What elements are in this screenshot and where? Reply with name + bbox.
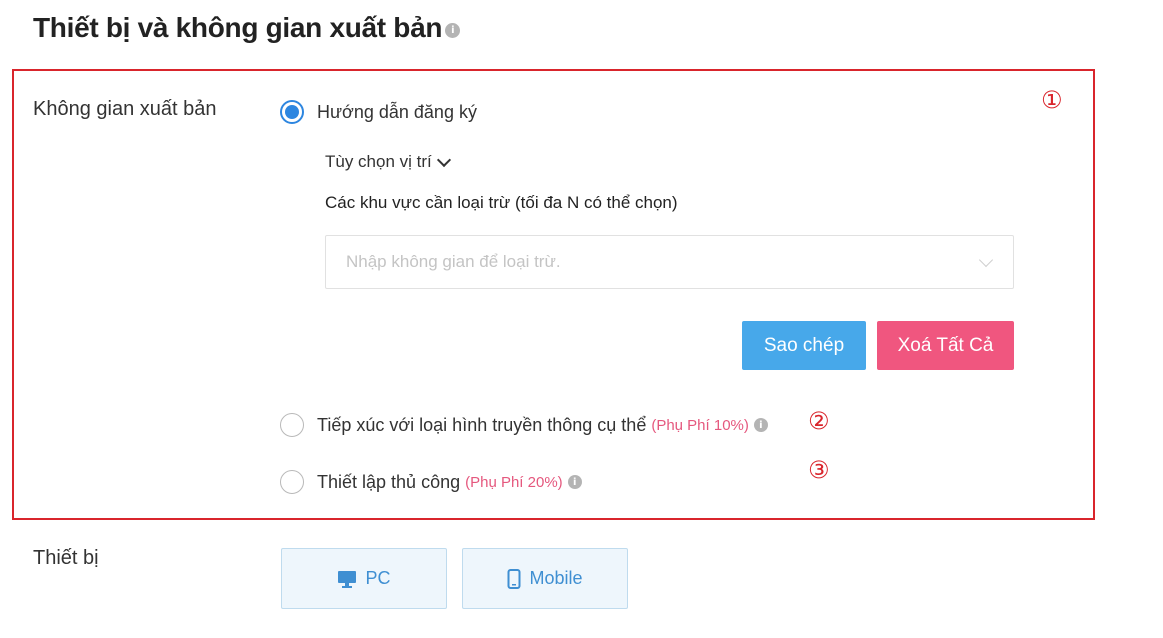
clear-all-button[interactable]: Xoá Tất Cả <box>877 321 1014 370</box>
device-mobile-button[interactable]: Mobile <box>462 548 628 609</box>
exclude-space-placeholder: Nhập không gian để loại trừ. <box>346 252 561 271</box>
radio-option-label: Hướng dẫn đăng ký <box>317 101 477 122</box>
radio-option-label: Thiết lập thủ công <box>317 471 461 492</box>
marker-3: ③ <box>808 456 830 484</box>
fee-label: (Phụ Phí 20%) <box>465 473 563 491</box>
page-title-text: Thiết bị và không gian xuất bản <box>33 12 443 43</box>
radio-selected-icon[interactable] <box>280 100 304 124</box>
chevron-down-icon <box>978 252 994 268</box>
location-options-toggle[interactable]: Tùy chọn vị trí <box>325 152 451 172</box>
fee-label: (Phụ Phí 10%) <box>651 416 749 434</box>
device-pc-label: PC <box>365 568 391 588</box>
radio-unselected-icon[interactable] <box>280 413 304 437</box>
marker-2: ② <box>808 407 830 435</box>
radio-option-label: Tiếp xúc với loại hình truyền thông cụ t… <box>317 414 647 435</box>
monitor-icon <box>338 570 357 588</box>
highlight-box <box>12 69 1095 520</box>
marker-1: ① <box>1041 86 1063 114</box>
radio-option-manual-setup[interactable]: Thiết lập thủ công (Phụ Phí 20%) i <box>280 470 582 494</box>
device-label: Thiết bị <box>33 547 99 569</box>
publish-space-label: Không gian xuất bản <box>33 98 217 120</box>
radio-option-registration-guide[interactable]: Hướng dẫn đăng ký <box>280 100 477 124</box>
device-mobile-label: Mobile <box>529 568 583 588</box>
page-title: Thiết bị và không gian xuất bản i <box>33 12 461 44</box>
smartphone-icon <box>507 568 521 589</box>
info-icon[interactable]: i <box>445 22 461 38</box>
device-pc-button[interactable]: PC <box>281 548 447 609</box>
exclude-areas-label: Các khu vực cần loại trừ (tối đa N có th… <box>325 193 678 212</box>
info-icon[interactable]: i <box>753 418 768 432</box>
chevron-down-icon <box>436 152 451 168</box>
radio-option-specific-media[interactable]: Tiếp xúc với loại hình truyền thông cụ t… <box>280 413 768 437</box>
radio-unselected-icon[interactable] <box>280 470 304 494</box>
info-icon[interactable]: i <box>567 475 582 489</box>
copy-button[interactable]: Sao chép <box>742 321 866 370</box>
exclude-space-select[interactable]: Nhập không gian để loại trừ. <box>325 235 1014 289</box>
location-options-label: Tùy chọn vị trí <box>325 152 432 171</box>
